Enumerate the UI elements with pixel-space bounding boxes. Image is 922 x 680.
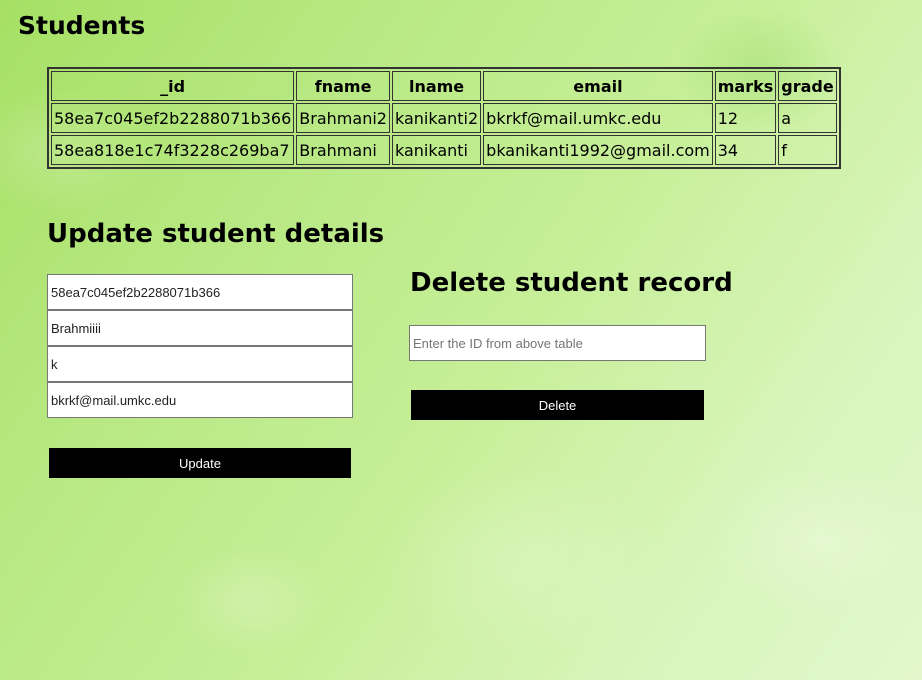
cell-lname: kanikanti (391, 135, 482, 165)
update-section-title: Update student details (47, 219, 385, 249)
table-row: 58ea7c045ef2b2288071b366 Brahmani2 kanik… (51, 103, 837, 133)
student-id-field[interactable] (47, 274, 353, 310)
email-field[interactable] (47, 382, 353, 418)
column-header-fname: fname (296, 71, 390, 101)
students-table: _id fname lname email marks grade 58ea7c… (47, 67, 841, 169)
first-name-field[interactable] (47, 310, 353, 346)
table-row: 58ea818e1c74f3228c269ba7 Brahmani kanika… (51, 135, 837, 165)
cell-id: 58ea818e1c74f3228c269ba7 (51, 135, 295, 165)
cell-marks: 12 (714, 103, 777, 133)
column-header-id: _id (51, 71, 295, 101)
cell-fname: Brahmani (296, 135, 390, 165)
column-header-grade: grade (778, 71, 837, 101)
update-button[interactable]: Update (49, 448, 351, 478)
cell-grade: f (778, 135, 837, 165)
cell-grade: a (778, 103, 837, 133)
last-name-field[interactable] (47, 346, 353, 382)
delete-section-title: Delete student record (410, 268, 733, 298)
delete-id-input[interactable] (409, 325, 706, 361)
column-header-marks: marks (714, 71, 777, 101)
students-title: Students (18, 11, 146, 40)
table-header-row: _id fname lname email marks grade (51, 71, 837, 101)
cell-email: bkanikanti1992@gmail.com (483, 135, 713, 165)
cell-fname: Brahmani2 (296, 103, 390, 133)
cell-marks: 34 (714, 135, 777, 165)
column-header-lname: lname (391, 71, 482, 101)
cell-id: 58ea7c045ef2b2288071b366 (51, 103, 295, 133)
column-header-email: email (483, 71, 713, 101)
cell-email: bkrkf@mail.umkc.edu (483, 103, 713, 133)
cell-lname: kanikanti2 (391, 103, 482, 133)
delete-button[interactable]: Delete (411, 390, 704, 420)
